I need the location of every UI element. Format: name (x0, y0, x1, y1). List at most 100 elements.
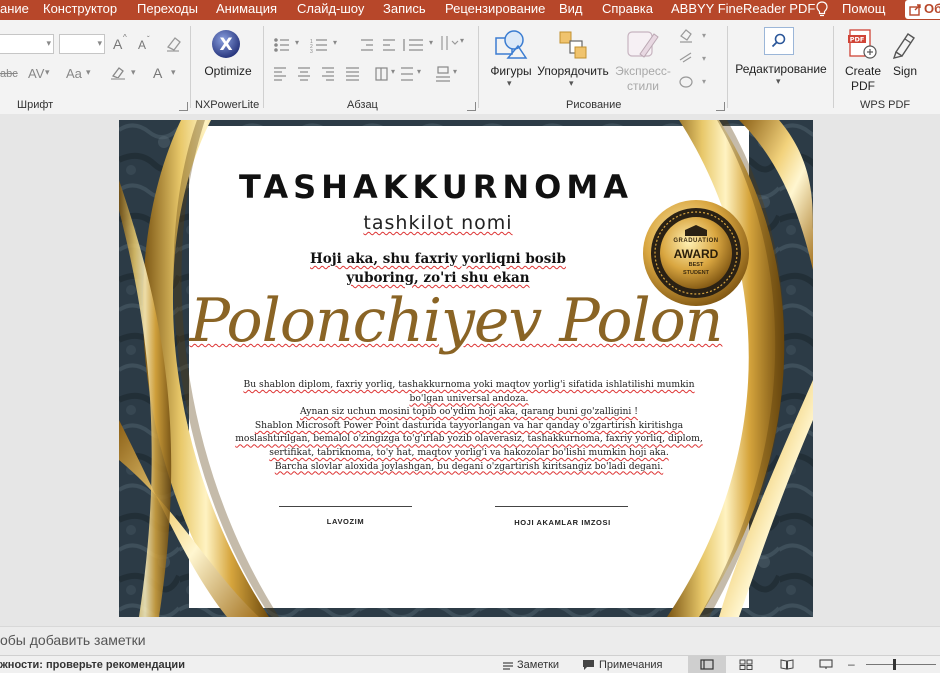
paragraph-tools-row1: ▾ 123 ▾ ▾ (274, 38, 433, 54)
menu-tab-view[interactable]: Вид (559, 1, 583, 16)
menu-tab-transitions[interactable]: Переходы (137, 1, 198, 16)
slideshow-icon[interactable] (819, 659, 833, 670)
strikethrough-icon[interactable]: abc (0, 68, 18, 80)
ribbon: ▾ ▾ A ^ A ˇ abc AV ▾ Aa ▾ ▾ A ▾ Шрифт X … (0, 20, 940, 115)
change-case-icon[interactable]: Aa (66, 66, 82, 81)
editing-icon-frame[interactable] (764, 27, 794, 55)
menu-tab-insert[interactable]: ание (0, 1, 29, 16)
greeting-line-2[interactable]: yuboring, zo'ri shu ekan (119, 270, 785, 286)
group-label-drawing: Рисование (566, 99, 622, 111)
organization-name[interactable]: tashkilot nomi (119, 212, 785, 234)
accessibility-status[interactable]: жности: проверьте рекомендации (0, 659, 185, 671)
shapes-button[interactable]: Фигуры (484, 64, 538, 78)
text-direction-icon[interactable]: ▾ (438, 33, 468, 53)
svg-text:▾: ▾ (460, 36, 464, 45)
ribbon-separator (727, 26, 728, 108)
shapes-icon[interactable] (494, 28, 528, 60)
grow-font-icon[interactable]: A (113, 36, 122, 52)
search-icon (771, 33, 786, 48)
svg-text:PDF: PDF (850, 36, 865, 44)
menu-bar: ание Конструктор Переходы Анимация Слайд… (0, 0, 940, 20)
paragraph-dialog-launcher[interactable] (467, 102, 476, 111)
notes-pane[interactable]: обы добавить заметки (0, 626, 940, 655)
body-line: sertifikat, tabriknoma, to'y hat, maqtov… (269, 446, 669, 458)
quick-styles-icon[interactable] (626, 28, 660, 60)
signature-label-right[interactable]: HOJI AKAMLAR IMZOSI (485, 518, 640, 527)
organization-name-text: tashkilot nomi (363, 212, 513, 234)
body-line: Barcha slovlar aloxida joylashgan, bu de… (274, 460, 664, 472)
svg-text:▾: ▾ (702, 31, 706, 40)
sign-button[interactable]: Sign (886, 64, 924, 78)
badge-line1: GRADUATION (673, 238, 719, 244)
body-line: Bu shablon diplom, faxriy yorliq, tashak… (243, 379, 695, 390)
drawing-dialog-launcher[interactable] (716, 102, 725, 111)
greeting-line-1[interactable]: Hoji aka, shu faxriy yorliqni bosib (119, 251, 785, 267)
menu-tab-design[interactable]: Конструктор (43, 1, 117, 16)
font-color-icon[interactable]: A (153, 65, 162, 81)
menu-tab-review[interactable]: Рецензирование (445, 1, 545, 16)
notes-placeholder: обы добавить заметки (0, 632, 146, 648)
chevron-down-icon: ▾ (45, 67, 50, 77)
normal-view-button[interactable] (688, 656, 726, 673)
lightbulb-icon[interactable] (815, 0, 829, 18)
slide-sorter-icon[interactable] (739, 659, 753, 670)
optimize-button[interactable]: Optimize (202, 64, 254, 78)
quick-styles-label-2: стили (627, 79, 659, 93)
create-pdf-button[interactable]: Create (840, 64, 886, 78)
signature-label-left[interactable]: LAVOZIM (279, 517, 412, 526)
menu-tab-slideshow[interactable]: Слайд-шоу (297, 1, 364, 16)
group-label-wps-pdf: WPS PDF (860, 99, 911, 111)
chevron-down-icon: ▾ (86, 67, 91, 77)
body-line: Aynan siz uchun mosini topib oo'ydim hoj… (300, 406, 638, 418)
group-label-paragraph: Абзац (347, 99, 378, 111)
slide-canvas[interactable]: GRADUATION AWARD BEST STUDENT TASHAKKURN… (119, 120, 813, 617)
greeting-line-2-text: yuboring, zo'ri shu ekan (346, 270, 530, 286)
zoom-slider-thumb[interactable] (893, 659, 896, 670)
nxpowerlite-logo-icon[interactable]: X (210, 28, 242, 60)
reading-view-icon[interactable] (780, 659, 794, 670)
body-line: bo'lgan universal andoza. (409, 392, 529, 404)
group-label-font: Шрифт (17, 99, 54, 111)
chevron-down-icon: ▾ (776, 76, 781, 86)
shrink-font-icon[interactable]: A (138, 38, 146, 52)
svg-text:▾: ▾ (417, 67, 421, 76)
font-dialog-launcher[interactable] (179, 102, 188, 111)
svg-text:▾: ▾ (333, 38, 337, 47)
comments-button[interactable]: Примечания (599, 659, 663, 671)
chevron-down-icon: ▾ (507, 78, 512, 88)
arrange-button[interactable]: Упорядочить (535, 64, 611, 78)
zoom-slider-track[interactable] (866, 664, 936, 665)
share-button[interactable]: Об (905, 0, 940, 19)
quick-styles-button[interactable]: Экспресс- (610, 64, 676, 78)
menu-tab-record[interactable]: Запись (383, 1, 426, 16)
svg-text:X: X (219, 35, 232, 55)
sign-pen-icon[interactable] (890, 28, 920, 60)
menu-tab-animations[interactable]: Анимация (216, 1, 277, 16)
arrange-icon[interactable] (558, 30, 588, 60)
shape-format-tools: ▾ ▾ ▾ (679, 29, 706, 88)
menu-tab-abbyy[interactable]: ABBYY FineReader PDF (671, 1, 815, 16)
menu-tab-help-search[interactable]: Помощ (842, 1, 885, 16)
create-pdf-icon[interactable]: PDF (848, 28, 878, 60)
font-name-combo[interactable]: ▾ (0, 34, 54, 54)
certificate-title[interactable]: TASHAKKURNOMA (119, 168, 783, 206)
menu-tab-help[interactable]: Справка (602, 1, 653, 16)
font-size-combo[interactable]: ▾ (59, 34, 105, 54)
share-icon (909, 4, 921, 16)
signature-line-left (279, 506, 412, 507)
editing-button[interactable]: Редактирование (733, 62, 829, 76)
svg-text:▾: ▾ (702, 54, 706, 63)
ribbon-separator (190, 26, 191, 108)
body-line: Shablon Microsoft Power Point dasturida … (254, 419, 684, 431)
notes-button[interactable]: Заметки (517, 659, 559, 671)
clear-formatting-icon[interactable] (165, 35, 183, 53)
status-bar: жности: проверьте рекомендации Заметки П… (0, 655, 940, 673)
character-spacing-icon[interactable]: AV (28, 66, 44, 81)
svg-text:▾: ▾ (391, 67, 395, 76)
zoom-out-icon[interactable]: – (848, 657, 855, 671)
chevron-down-icon: ▾ (131, 67, 136, 77)
recipient-name[interactable]: Polonchiyev Polon (119, 286, 803, 356)
chevron-down-icon: ▾ (171, 67, 176, 77)
certificate-body[interactable]: Bu shablon diplom, faxriy yorliq, tashak… (219, 378, 719, 473)
highlight-icon[interactable] (110, 65, 128, 81)
